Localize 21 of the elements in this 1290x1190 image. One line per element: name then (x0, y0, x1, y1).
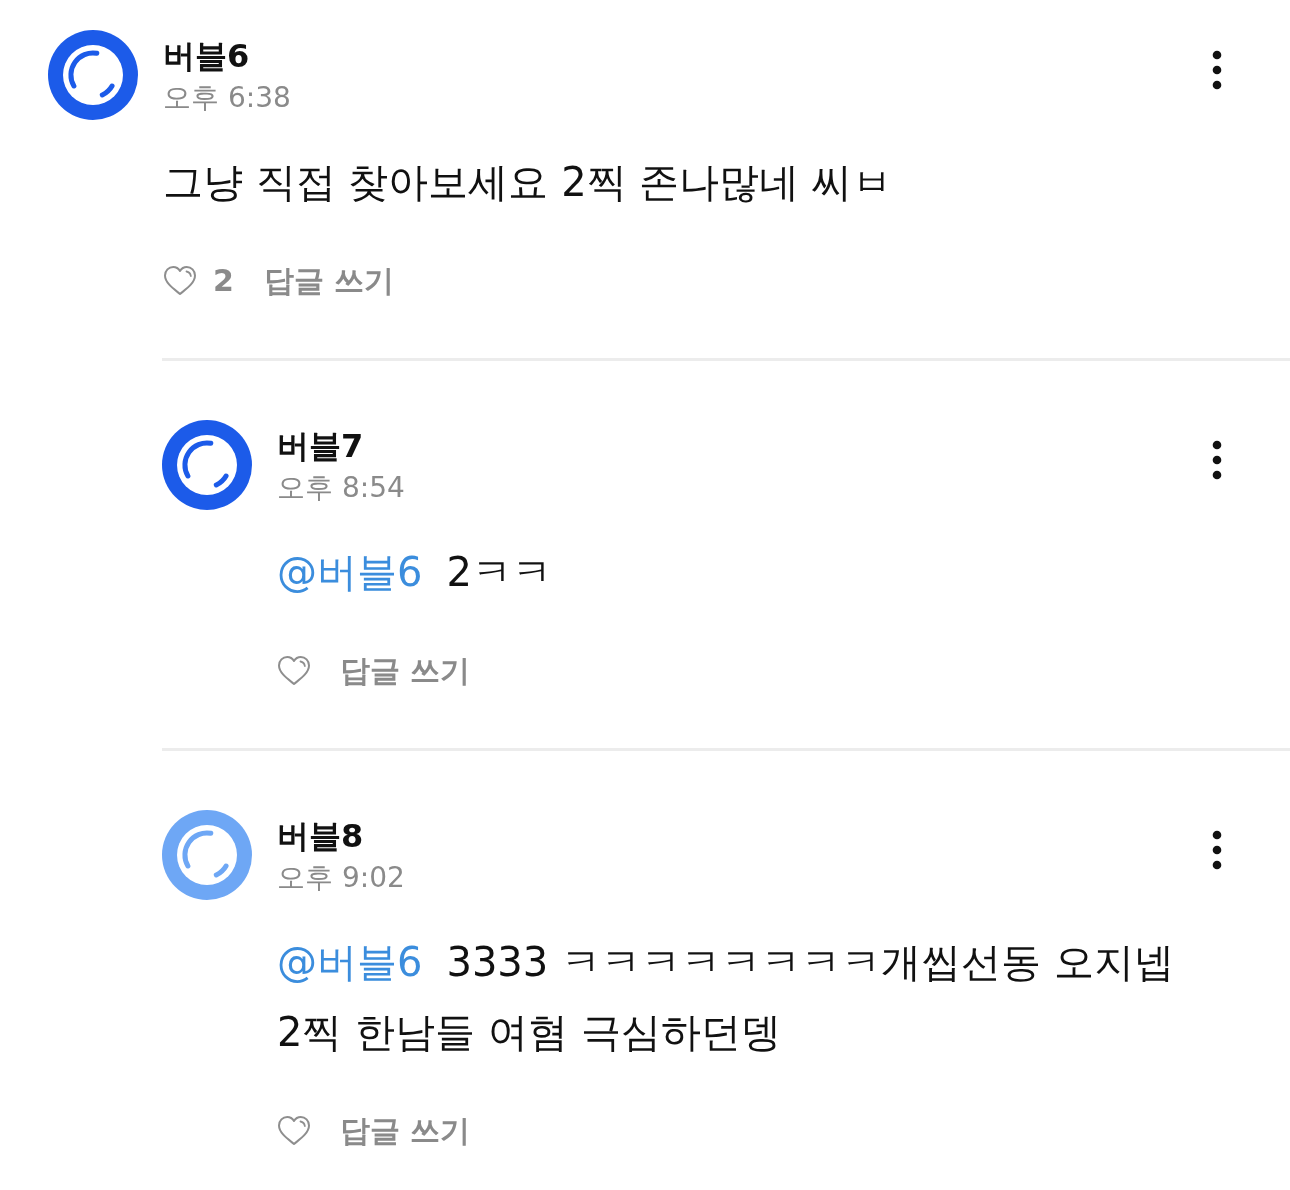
comment-time: 오후 8:54 (277, 470, 405, 506)
heart-icon[interactable] (277, 655, 311, 687)
heart-icon[interactable] (277, 1115, 311, 1147)
kebab-menu-icon (1212, 440, 1222, 480)
reply-button[interactable]: 답글 쓰기 (263, 261, 395, 301)
comment-text: 그냥 직접 찾아보세요 2찍 존나많네 씨ㅂ (163, 158, 894, 207)
comment-time: 오후 6:38 (163, 80, 291, 116)
kebab-menu-icon (1212, 50, 1222, 90)
author-name: 버블8 (277, 816, 365, 856)
author-name: 버블6 (163, 36, 251, 76)
mention-link[interactable]: @버블6 (277, 549, 423, 595)
comment-text: @버블6 2ㅋㅋ (277, 548, 553, 597)
comment-time: 오후 9:02 (277, 860, 405, 896)
heart-icon[interactable] (163, 265, 197, 297)
like-count: 2 (213, 262, 234, 300)
reply-button[interactable]: 답글 쓰기 (340, 651, 471, 691)
mention-link[interactable]: @버블6 (277, 939, 423, 985)
comment-text: @버블6 3333 ㅋㅋㅋㅋㅋㅋㅋㅋ개씹선동 오지넵 2찍 한남들 여혐 극심하던뎅 (277, 938, 1175, 1057)
author-name: 버블7 (277, 426, 365, 466)
kebab-menu-icon (1212, 830, 1222, 870)
reply-button[interactable]: 답글 쓰기 (340, 1111, 471, 1151)
